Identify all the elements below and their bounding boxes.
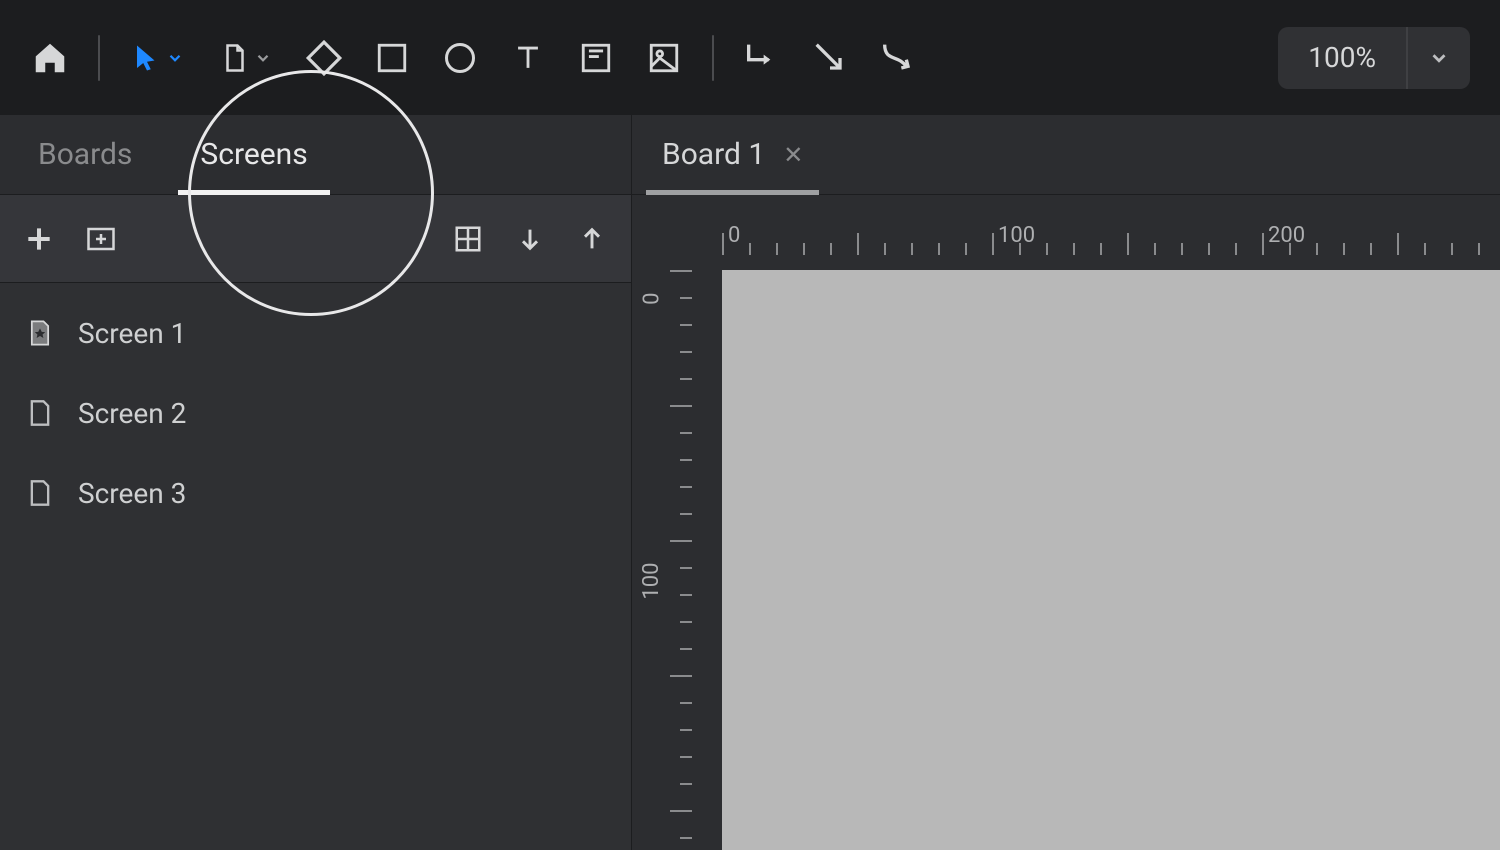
- page-tool[interactable]: [216, 38, 276, 78]
- cursor-icon: [132, 40, 162, 76]
- screen-item[interactable]: Screen 3: [0, 453, 631, 533]
- toolbar-separator: [98, 35, 100, 81]
- folder-plus-icon: [84, 224, 118, 254]
- arrow-down-icon: [516, 224, 544, 254]
- connector-elbow-tool[interactable]: [742, 38, 782, 78]
- chevron-down-icon: [166, 49, 184, 67]
- ruler-horizontal: 0 100 200: [692, 195, 1500, 255]
- grid-icon: [453, 224, 483, 254]
- close-icon[interactable]: ✕: [783, 141, 803, 169]
- page-icon: [220, 40, 250, 76]
- image-icon: [647, 41, 681, 75]
- note-tool[interactable]: [576, 38, 616, 78]
- sidebar: Boards Screens Screen 1: [0, 115, 632, 850]
- zoom-value[interactable]: 100%: [1278, 27, 1408, 89]
- curve-arrow-icon: [878, 37, 918, 79]
- ellipse-tool[interactable]: [440, 38, 480, 78]
- toolbar-right-group: 100%: [1278, 27, 1470, 89]
- canvas-tab-label: Board 1: [662, 137, 765, 172]
- sidebar-tab-boards[interactable]: Boards: [32, 137, 138, 194]
- elbow-arrow-icon: [742, 37, 782, 79]
- toolbar-separator: [712, 35, 714, 81]
- ruler-vertical: 0 100: [632, 255, 692, 850]
- ruler-label: 0: [728, 223, 740, 248]
- home-icon: [31, 39, 69, 77]
- canvas-surface[interactable]: [722, 270, 1500, 850]
- screen-item[interactable]: Screen 2: [0, 373, 631, 453]
- zoom-control[interactable]: 100%: [1278, 27, 1470, 89]
- screen-label: Screen 3: [78, 477, 186, 510]
- screen-label: Screen 2: [78, 397, 186, 430]
- screen-list: Screen 1 Screen 2 Screen 3: [0, 283, 631, 850]
- add-folder-button[interactable]: [82, 220, 120, 258]
- select-tool[interactable]: [128, 38, 188, 78]
- straight-arrow-icon: [810, 37, 850, 79]
- diamond-tool[interactable]: [304, 38, 344, 78]
- page-icon: [26, 396, 54, 430]
- connector-curve-tool[interactable]: [878, 38, 918, 78]
- square-icon: [375, 41, 409, 75]
- connector-straight-tool[interactable]: [810, 38, 850, 78]
- ruler-label: 100: [998, 223, 1035, 248]
- sort-up-button[interactable]: [573, 220, 611, 258]
- sidebar-tab-screens[interactable]: Screens: [194, 137, 313, 194]
- text-tool[interactable]: [508, 38, 548, 78]
- sidebar-tabs: Boards Screens: [0, 115, 631, 195]
- chevron-down-icon: [254, 49, 272, 67]
- page-star-icon: [26, 316, 54, 350]
- page-icon: [26, 476, 54, 510]
- main-area: Boards Screens Screen 1: [0, 115, 1500, 850]
- sort-down-button[interactable]: [511, 220, 549, 258]
- screen-item[interactable]: Screen 1: [0, 293, 631, 373]
- home-button[interactable]: [30, 38, 70, 78]
- rectangle-tool[interactable]: [372, 38, 412, 78]
- canvas-tab-board1[interactable]: Board 1 ✕: [652, 137, 813, 194]
- chevron-down-icon: [1428, 47, 1450, 69]
- toolbar-left-group: [30, 35, 918, 81]
- text-icon: [511, 41, 545, 75]
- zoom-dropdown[interactable]: [1408, 27, 1470, 89]
- canvas-tabs: Board 1 ✕: [632, 115, 1500, 195]
- grid-view-button[interactable]: [449, 220, 487, 258]
- diamond-icon: [305, 39, 343, 77]
- canvas-area: Board 1 ✕ 0 100 200 0 100: [632, 115, 1500, 850]
- circle-icon: [442, 40, 478, 76]
- ruler-label: 0: [639, 293, 664, 305]
- ruler-label: 200: [1268, 223, 1305, 248]
- image-tool[interactable]: [644, 38, 684, 78]
- add-screen-button[interactable]: [20, 220, 58, 258]
- screen-label: Screen 1: [78, 317, 186, 350]
- note-icon: [579, 41, 613, 75]
- top-toolbar: 100%: [0, 0, 1500, 115]
- ruler-label: 100: [639, 563, 664, 600]
- sidebar-toolbar: [0, 195, 631, 283]
- plus-icon: [23, 223, 55, 255]
- arrow-up-icon: [578, 224, 606, 254]
